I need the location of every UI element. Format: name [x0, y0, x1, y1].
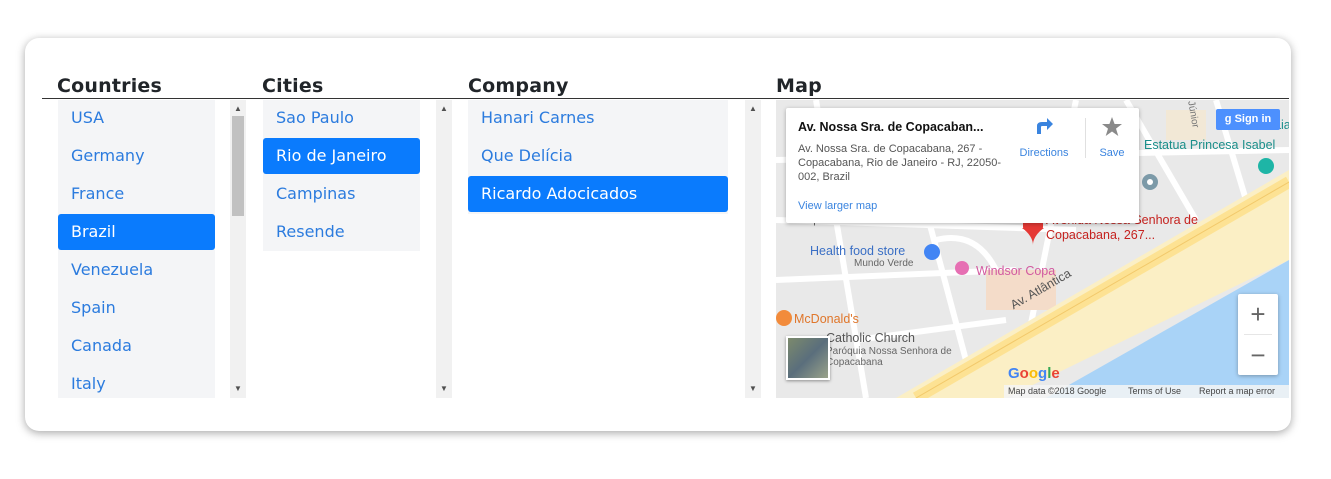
- country-item[interactable]: USA: [58, 100, 215, 136]
- city-item[interactable]: Resende: [263, 214, 420, 250]
- company-scrollbar[interactable]: ▲ ▼: [745, 100, 761, 398]
- company-item[interactable]: Que Delícia: [468, 138, 728, 174]
- countries-scrollbar[interactable]: ▲ ▼: [230, 100, 246, 398]
- map-label-windsor: Windsor Copa: [976, 264, 1056, 278]
- save-label: Save: [1099, 147, 1125, 159]
- country-item[interactable]: Italy: [58, 366, 215, 398]
- cities-scrollbar[interactable]: ▲ ▼: [436, 100, 452, 398]
- map-label-mundo-verde: Mundo Verde: [854, 258, 914, 269]
- company-item-selected[interactable]: Ricardo Adocicados: [468, 176, 728, 212]
- country-item[interactable]: Spain: [58, 290, 215, 326]
- star-icon: [1102, 117, 1122, 136]
- map-label-estatua: Estatua Princesa Isabel: [1144, 138, 1276, 152]
- map-label-mcdonalds: McDonald's: [794, 312, 859, 326]
- info-divider: [1085, 118, 1086, 158]
- company-list[interactable]: Hanari Carnes Que Delícia Ricardo Adocic…: [468, 100, 728, 214]
- scroll-down-icon[interactable]: ▼: [436, 382, 452, 396]
- scroll-thumb[interactable]: [232, 116, 244, 216]
- terms-link[interactable]: Terms of Use: [1128, 385, 1181, 398]
- country-item[interactable]: Germany: [58, 138, 215, 174]
- directions-label: Directions: [1019, 147, 1069, 159]
- map-view[interactable]: Estatua Princesa Isabel Avenida Nossa Se…: [776, 100, 1289, 398]
- zoom-control: + −: [1238, 294, 1278, 375]
- city-item[interactable]: Campinas: [263, 176, 420, 212]
- satellite-toggle[interactable]: [786, 336, 830, 380]
- countries-list[interactable]: USA Germany France Brazil Venezuela Spai…: [58, 100, 215, 398]
- company-item[interactable]: Hanari Carnes: [468, 100, 728, 136]
- sign-in-label: Sign in: [1234, 113, 1272, 125]
- google-g-icon: g: [1224, 113, 1232, 125]
- scroll-down-icon[interactable]: ▼: [230, 382, 246, 396]
- country-item[interactable]: Canada: [58, 328, 215, 364]
- map-data-text: Map data ©2018 Google: [1008, 386, 1107, 396]
- view-larger-map-link[interactable]: View larger map: [798, 200, 877, 212]
- zoom-in-button[interactable]: +: [1238, 294, 1278, 334]
- save-button[interactable]: Save: [1089, 116, 1135, 159]
- zoom-out-button[interactable]: −: [1238, 335, 1278, 375]
- header-divider: [42, 98, 1289, 99]
- countries-heading: Countries: [57, 75, 163, 97]
- directions-button[interactable]: Directions: [1013, 116, 1075, 159]
- map-label-health-food: Health food store: [810, 244, 906, 258]
- map-heading: Map: [776, 75, 822, 97]
- country-item[interactable]: France: [58, 176, 215, 212]
- sign-in-button[interactable]: g Sign in: [1216, 109, 1280, 130]
- city-item[interactable]: Sao Paulo: [263, 100, 420, 136]
- city-item-selected[interactable]: Rio de Janeiro: [263, 138, 420, 174]
- cities-list[interactable]: Sao Paulo Rio de Janeiro Campinas Resend…: [263, 100, 420, 251]
- place-title: Av. Nossa Sra. de Copacaban...: [798, 120, 984, 134]
- company-heading: Company: [468, 75, 569, 97]
- country-item-selected[interactable]: Brazil: [58, 214, 215, 250]
- scroll-down-icon[interactable]: ▼: [745, 382, 761, 396]
- cities-heading: Cities: [262, 75, 324, 97]
- map-label-paroquia: Paróquia Nossa Senhora de Copacabana: [826, 346, 952, 368]
- map-footer: Map data ©2018 Google Terms of Use Repor…: [1004, 385, 1289, 398]
- place-address: Av. Nossa Sra. de Copacabana, 267 - Copa…: [798, 143, 1002, 183]
- country-item[interactable]: Venezuela: [58, 252, 215, 288]
- scroll-up-icon[interactable]: ▲: [436, 102, 452, 116]
- map-label-church: Catholic Church: [826, 331, 915, 345]
- scroll-up-icon[interactable]: ▲: [230, 102, 246, 116]
- google-logo: Google: [1008, 365, 1060, 382]
- directions-icon: [1037, 118, 1053, 134]
- scroll-up-icon[interactable]: ▲: [745, 102, 761, 116]
- map-info-window: Av. Nossa Sra. de Copacaban... Av. Nossa…: [786, 108, 1139, 223]
- report-error-link[interactable]: Report a map error: [1199, 385, 1275, 398]
